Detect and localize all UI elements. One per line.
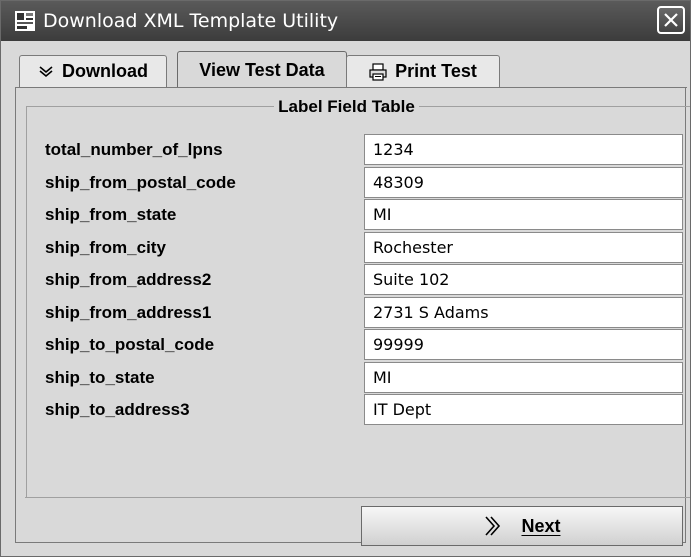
double-chevron-right-icon [483,515,503,537]
table-row: ship_from_postal_code [1,166,690,199]
table-row: ship_to_state [1,361,690,394]
field-value-input[interactable] [364,361,683,393]
title-bar[interactable]: Download XML Template Utility [1,1,690,41]
field-name-label: ship_from_city [45,237,166,257]
printer-icon [369,62,387,81]
chevron-down-icon [38,65,54,79]
footer-divider [25,497,683,498]
group-title: Label Field Table [1,97,690,117]
field-value-input[interactable] [364,394,683,425]
tab-print-test[interactable]: Print Test [346,55,500,87]
field-value-input[interactable] [364,134,683,165]
close-button[interactable] [657,6,685,34]
table-row: total_number_of_lpns [1,134,690,166]
app-window: Download XML Template Utility Download V… [0,0,691,557]
table-row: ship_from_state [1,199,690,231]
field-value-input[interactable] [364,199,683,230]
tab-download[interactable]: Download [19,55,167,87]
field-name-label: ship_from_postal_code [45,172,236,192]
tab-view-test-data-label: View Test Data [199,60,325,80]
table-row: ship_from_address2 [1,264,690,296]
table-row: ship_from_address1 [1,296,690,329]
tab-download-label: Download [62,61,148,81]
tab-print-test-label: Print Test [395,61,477,81]
field-name-label: ship_from_address2 [45,270,212,289]
field-name-label: ship_from_address1 [45,302,212,322]
table-row: ship_to_address3 [1,394,690,426]
field-value-input[interactable] [364,296,683,328]
group-title-text: Label Field Table [274,97,419,116]
field-value-input[interactable] [364,231,683,263]
field-name-label: ship_to_postal_code [45,335,215,354]
app-icon [15,11,35,31]
table-row: ship_to_postal_code [1,329,690,361]
field-name-label: total_number_of_lpns [45,140,223,159]
field-value-input[interactable] [364,329,683,360]
table-row: ship_from_city [1,231,690,264]
field-value-input[interactable] [364,166,683,198]
field-name-label: ship_to_state [45,367,155,387]
field-value-input[interactable] [364,264,683,295]
tab-strip: Download View Test Data Print Test [1,41,690,89]
tab-view-test-data[interactable]: View Test Data [177,51,347,89]
window-title: Download XML Template Utility [43,10,339,32]
field-name-label: ship_to_address3 [45,400,190,419]
next-button[interactable]: Next [361,506,683,546]
field-name-label: ship_from_state [45,205,177,224]
next-button-label: Next [521,515,561,536]
close-icon [664,13,678,27]
